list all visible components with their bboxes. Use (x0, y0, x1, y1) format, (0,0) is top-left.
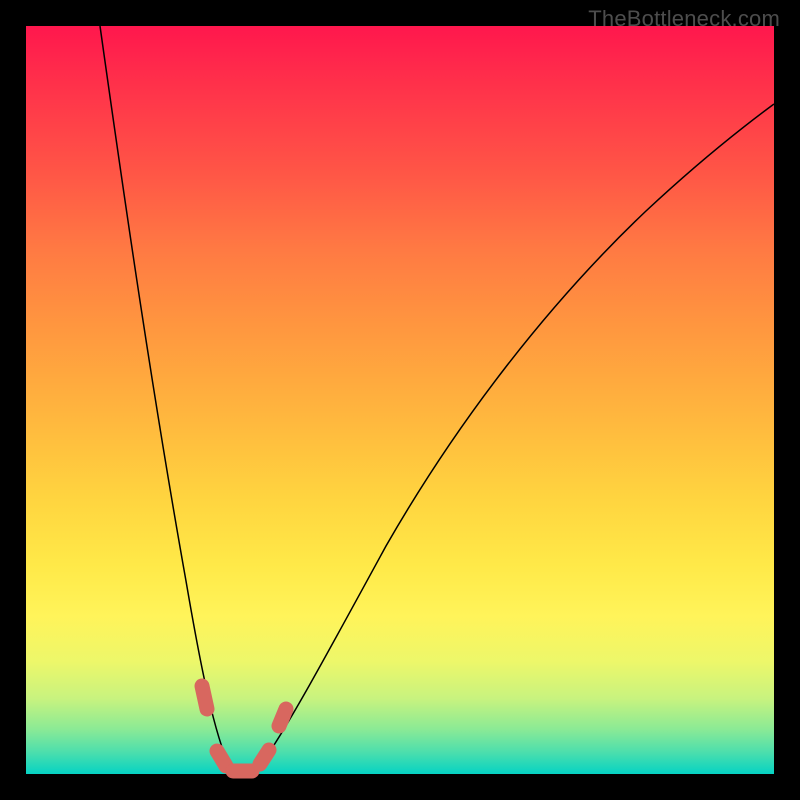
curve-marker-2 (217, 751, 226, 766)
curve-marker-4 (260, 750, 269, 764)
curve-marker-1 (202, 686, 207, 709)
bottleneck-curve-svg (26, 26, 774, 774)
chart-canvas (26, 26, 774, 774)
curve-marker-5 (279, 709, 286, 726)
watermark-text: TheBottleneck.com (588, 6, 780, 32)
curve-right-branch (246, 104, 774, 774)
curve-left-branch (100, 26, 240, 774)
